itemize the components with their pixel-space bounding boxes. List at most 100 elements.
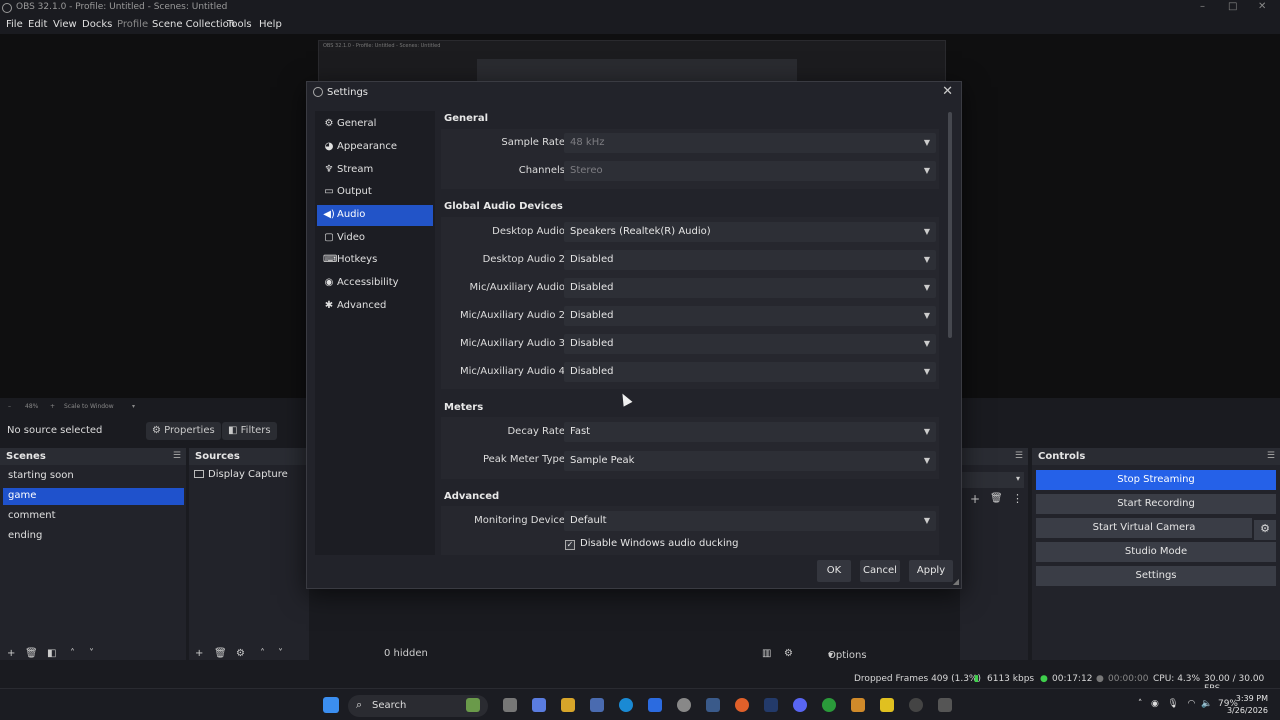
gear-icon[interactable]: ⚙	[236, 648, 245, 659]
zoom-in-icon[interactable]: +	[50, 403, 55, 410]
chevron-down-icon[interactable]: ˅	[278, 648, 283, 659]
nav-general[interactable]: ⚙ General	[317, 114, 433, 135]
channels-select[interactable]: Stereo ▼	[564, 161, 936, 181]
filters-button[interactable]: ◧ Filters	[222, 422, 277, 440]
menu-file[interactable]: File	[6, 19, 23, 30]
app-icon[interactable]	[851, 698, 865, 712]
maximize-icon[interactable]: □	[1228, 1, 1237, 12]
app-icon[interactable]	[938, 698, 952, 712]
chevron-down-icon: ▼	[923, 311, 930, 320]
mic-aux-audio-2-select[interactable]: Disabled ▼	[564, 306, 936, 326]
settings-small-icon[interactable]: ⚙	[784, 648, 793, 659]
xbox-icon[interactable]	[822, 698, 836, 712]
app-icon[interactable]	[764, 698, 778, 712]
close-window-icon[interactable]: ✕	[1258, 1, 1266, 12]
peak-meter-type-select[interactable]: Sample Peak ▼	[564, 451, 936, 471]
chevron-up-icon[interactable]: ˄	[70, 648, 75, 659]
more-icon[interactable]: ⋮	[1012, 492, 1023, 505]
nav-stream[interactable]: ♆ Stream	[317, 160, 433, 181]
nav-label: Hotkeys	[337, 254, 378, 265]
scenes-dock-title: Scenes ☰	[0, 448, 186, 465]
transition-select[interactable]: ▾	[962, 472, 1024, 488]
filter-icon[interactable]: ◧	[47, 648, 56, 659]
filters-label: Filters	[240, 425, 271, 436]
studio-mode-button[interactable]: Studio Mode	[1036, 542, 1276, 562]
ok-button[interactable]: OK	[817, 560, 851, 582]
menu-tools[interactable]: Tools	[227, 19, 252, 30]
menu-docks[interactable]: Docks	[82, 19, 112, 30]
nav-hotkeys[interactable]: ⌨ Hotkeys	[317, 250, 433, 271]
gear-icon[interactable]: ⚙	[1254, 520, 1276, 540]
trash-icon[interactable]: 🗑	[990, 493, 1003, 504]
app-icon[interactable]	[880, 698, 894, 712]
nav-advanced[interactable]: ✱ Advanced	[317, 296, 433, 317]
trash-icon[interactable]: 🗑	[214, 648, 227, 659]
app-icon[interactable]	[735, 698, 749, 712]
nav-output[interactable]: ▭ Output	[317, 182, 433, 203]
menu-view[interactable]: View	[53, 19, 77, 30]
dock-menu-icon[interactable]: ☰	[1267, 451, 1275, 461]
dock-menu-icon[interactable]: ☰	[173, 451, 181, 461]
cancel-button[interactable]: Cancel	[860, 560, 900, 582]
close-icon[interactable]: ✕	[942, 84, 953, 99]
start-recording-button[interactable]: Start Recording	[1036, 494, 1276, 514]
scene-item[interactable]: comment	[3, 508, 184, 525]
mic-aux-audio-4-select[interactable]: Disabled ▼	[564, 362, 936, 382]
disable-ducking-checkbox[interactable]: ✓ Disable Windows audio ducking	[565, 538, 738, 550]
scrollbar-thumb[interactable]	[948, 112, 952, 338]
store-icon[interactable]	[590, 698, 604, 712]
layout-icon[interactable]: ▥	[762, 648, 771, 659]
zoom-out-icon[interactable]: –	[8, 403, 11, 410]
scene-item[interactable]: ending	[3, 528, 184, 545]
chevron-down-icon[interactable]: ˅	[89, 648, 94, 659]
desktop-audio-select[interactable]: Speakers (Realtek(R) Audio) ▼	[564, 222, 936, 242]
minimize-icon[interactable]: –	[1200, 1, 1205, 12]
chevron-up-icon[interactable]: ˄	[260, 648, 265, 659]
file-explorer-icon[interactable]	[561, 698, 575, 712]
widget-icon[interactable]	[466, 698, 480, 712]
app-icon[interactable]	[648, 698, 662, 712]
menu-scene-collection[interactable]: Scene Collection	[152, 19, 235, 30]
sample-rate-label: Sample Rate	[501, 137, 565, 148]
decay-rate-select[interactable]: Fast ▼	[564, 422, 936, 442]
system-tray[interactable]: ˄ ◉ 🎙 ◠ 🔈 79%	[1138, 699, 1238, 709]
desktop-audio-2-select[interactable]: Disabled ▼	[564, 250, 936, 270]
settings-scrollbar[interactable]	[947, 112, 953, 556]
scene-item[interactable]: starting soon	[3, 468, 184, 485]
task-view-icon[interactable]	[503, 698, 517, 712]
dock-menu-icon[interactable]: ☰	[1015, 451, 1023, 461]
edge-icon[interactable]	[619, 698, 633, 712]
nav-audio[interactable]: ◀) Audio	[317, 205, 433, 226]
nav-video[interactable]: ▢ Video	[317, 228, 433, 249]
menu-profile[interactable]: Profile	[117, 19, 148, 30]
obs-app-icon[interactable]	[909, 698, 923, 712]
start-virtual-camera-button[interactable]: Start Virtual Camera	[1036, 518, 1252, 538]
mic-aux-audio-3-select[interactable]: Disabled ▼	[564, 334, 936, 354]
add-icon[interactable]: +	[7, 648, 15, 659]
settings-button[interactable]: Settings	[1036, 566, 1276, 586]
windows-start-icon[interactable]	[323, 697, 339, 713]
sample-rate-select[interactable]: 48 kHz ▼	[564, 133, 936, 153]
add-icon[interactable]: +	[970, 492, 980, 506]
add-icon[interactable]: +	[195, 648, 203, 659]
monitoring-device-select[interactable]: Default ▼	[564, 511, 936, 531]
clock[interactable]: 3:39 PM 3/26/2026	[1227, 693, 1268, 717]
resize-grip-icon[interactable]: ◢	[953, 577, 959, 586]
source-item[interactable]: Display Capture	[194, 469, 288, 480]
menu-edit[interactable]: Edit	[28, 19, 47, 30]
apply-button[interactable]: Apply	[909, 560, 953, 582]
mic-aux-audio-select[interactable]: Disabled ▼	[564, 278, 936, 298]
properties-button[interactable]: ⚙ Properties	[146, 422, 221, 440]
nav-appearance[interactable]: ◕ Appearance	[317, 137, 433, 158]
settings-app-icon[interactable]	[677, 698, 691, 712]
discord-icon[interactable]	[793, 698, 807, 712]
zoom-dropdown-icon[interactable]: ▾	[132, 403, 135, 410]
copilot-icon[interactable]	[532, 698, 546, 712]
menu-help[interactable]: Help	[259, 19, 282, 30]
scene-item[interactable]: game	[3, 488, 184, 505]
stop-streaming-button[interactable]: Stop Streaming	[1036, 470, 1276, 490]
trash-icon[interactable]: 🗑	[25, 648, 38, 659]
nav-accessibility[interactable]: ◉ Accessibility	[317, 273, 433, 294]
steam-icon[interactable]	[706, 698, 720, 712]
zoom-mode[interactable]: Scale to Window	[64, 403, 114, 410]
